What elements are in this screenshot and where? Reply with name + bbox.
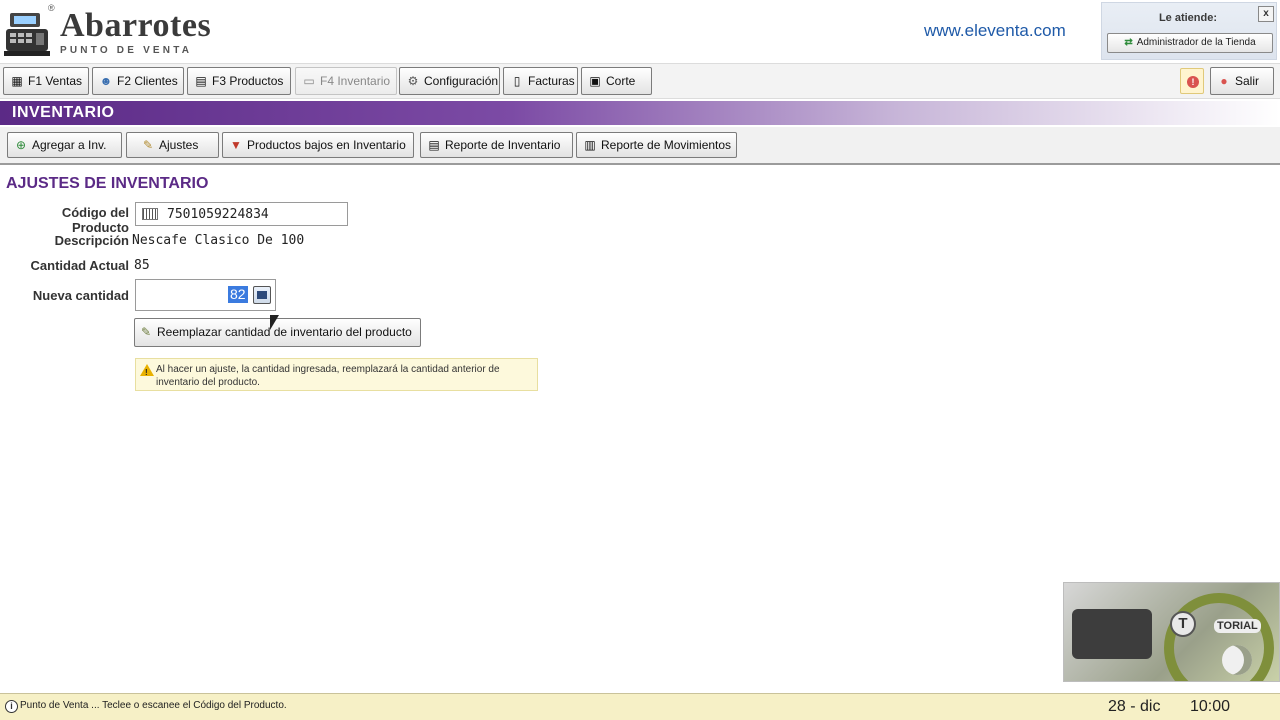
button-label: Reporte de Inventario: [445, 138, 561, 152]
status-date: 28 - dic: [1108, 698, 1161, 715]
low-stock-icon: ▼: [230, 138, 242, 152]
products-icon: ▤: [195, 74, 207, 88]
description-value: Nescafe Clasico De 100: [132, 233, 305, 248]
tutorial-t-letter: T: [1170, 611, 1196, 637]
new-qty-input[interactable]: 82: [135, 279, 276, 311]
status-message: Punto de Venta ... Teclee o escanee el C…: [20, 700, 287, 711]
tutorial-watermark: T TORIAL: [1063, 582, 1280, 682]
report-icon: ▤: [428, 138, 440, 152]
warning-icon: !: [140, 364, 154, 377]
tab-label: F3 Productos: [212, 74, 284, 88]
warning-text: Al hacer un ajuste, la cantidad ingresad…: [156, 364, 500, 388]
adjustments-button[interactable]: ✎ Ajustes: [126, 132, 219, 158]
video-camera-icon: [1072, 609, 1152, 659]
film-ring-graphic: [1164, 593, 1274, 681]
tab-label: F2 Clientes: [117, 74, 178, 88]
inventory-icon: ▭: [303, 74, 315, 88]
gear-icon: ⚙: [407, 74, 419, 88]
calculator-icon[interactable]: [253, 286, 271, 304]
exit-button[interactable]: ● Salir: [1210, 67, 1274, 95]
button-label: Ajustes: [159, 138, 199, 152]
tab-label: Configuración: [424, 74, 499, 88]
new-qty-value: 82: [228, 286, 248, 303]
tab-label: Facturas: [528, 74, 575, 88]
moon-icon: [1222, 645, 1252, 675]
cash-register-icon: ▦: [11, 74, 23, 88]
cash-register-logo-icon: [4, 13, 50, 56]
code-label: Código del Producto: [61, 205, 129, 235]
edit-icon: ✎: [141, 325, 152, 339]
attendant-panel: Le atiende: ⇄ Administrador de la Tienda: [1101, 2, 1277, 60]
new-qty-label: Nueva cantidad: [32, 288, 129, 303]
inventory-toolbar: ⊕ Agregar a Inv. ✎ Ajustes ▼ Productos bajo…: [0, 127, 1280, 165]
product-code-field[interactable]: 7501059224834: [135, 202, 348, 226]
button-label: Productos bajos en Inventario: [247, 138, 406, 152]
pencil-icon: ✎: [142, 138, 154, 152]
mouse-cursor: [270, 315, 279, 330]
replace-button-label: Reemplazar cantidad de inventario del pr…: [157, 325, 412, 339]
tab-label: Corte: [606, 74, 636, 88]
exit-label: Salir: [1235, 74, 1260, 88]
main-toolbar: ▦ F1 Ventas ☻ F2 Clientes ▤ F3 Productos ▭ F…: [0, 63, 1280, 99]
current-qty-value: 85: [134, 258, 150, 273]
clients-icon: ☻: [99, 74, 113, 88]
current-qty-label: Cantidad Actual: [30, 258, 129, 273]
alert-icon: !: [1187, 76, 1199, 88]
tab-label: F1 Ventas: [28, 74, 83, 88]
section-banner: INVENTARIO: [0, 101, 1280, 125]
logo-subtitle: PUNTO DE VENTA: [60, 45, 193, 56]
product-code-value: 7501059224834: [167, 207, 269, 222]
status-time: 10:00: [1190, 698, 1231, 715]
add-to-inventory-button[interactable]: ⊕ Agregar a Inv.: [7, 132, 122, 158]
info-icon: i: [5, 700, 18, 713]
cut-icon: ▣: [589, 74, 601, 88]
warning-note: ! Al hacer un ajuste, la cantidad ingres…: [135, 358, 538, 391]
tab-facturas[interactable]: ▯ Facturas: [503, 67, 578, 95]
app-window: ® Abarrotes PUNTO DE VENTA www.eleventa.…: [0, 0, 1280, 720]
section-title: INVENTARIO: [12, 104, 115, 121]
switch-user-icon: ⇄: [1124, 37, 1133, 48]
page-title: AJUSTES DE INVENTARIO: [6, 175, 209, 192]
barcode-icon: [142, 208, 158, 220]
tutorial-word: TORIAL: [1214, 619, 1261, 633]
site-url-link[interactable]: www.eleventa.com: [924, 21, 1066, 41]
attendant-user-name: Administrador de la Tienda: [1136, 37, 1256, 48]
tab-f3-productos[interactable]: ▤ F3 Productos: [187, 67, 291, 95]
alert-button[interactable]: !: [1180, 68, 1204, 94]
tab-f1-ventas[interactable]: ▦ F1 Ventas: [3, 67, 89, 95]
logo: ® Abarrotes PUNTO DE VENTA: [4, 3, 214, 57]
logo-title: Abarrotes: [60, 7, 212, 44]
button-label: Agregar a Inv.: [32, 138, 107, 152]
tab-label: F4 Inventario: [320, 74, 391, 88]
low-stock-button[interactable]: ▼ Productos bajos en Inventario: [222, 132, 414, 158]
inventory-report-button[interactable]: ▤ Reporte de Inventario: [420, 132, 573, 158]
attendant-label: Le atiende:: [1158, 12, 1218, 24]
movements-icon: ▥: [584, 138, 596, 152]
status-bar: i Punto de Venta ... Teclee o escanee el…: [0, 693, 1280, 720]
tab-corte[interactable]: ▣ Corte: [581, 67, 652, 95]
description-label: Descripción: [54, 233, 129, 248]
tab-configuracion[interactable]: ⚙ Configuración: [399, 67, 500, 95]
tab-f4-inventario[interactable]: ▭ F4 Inventario: [295, 67, 397, 95]
add-icon: ⊕: [15, 138, 27, 152]
exit-icon: ●: [1220, 74, 1228, 88]
button-label: Reporte de Movimientos: [601, 138, 732, 152]
tab-f2-clientes[interactable]: ☻ F2 Clientes: [92, 67, 184, 95]
close-icon[interactable]: x: [1258, 6, 1274, 22]
registered-mark: ®: [48, 3, 55, 13]
invoice-icon: ▯: [513, 74, 521, 88]
header: ® Abarrotes PUNTO DE VENTA www.eleventa.…: [0, 0, 1280, 62]
attendant-user-button[interactable]: ⇄ Administrador de la Tienda: [1107, 33, 1273, 53]
movements-report-button[interactable]: ▥ Reporte de Movimientos: [576, 132, 737, 158]
